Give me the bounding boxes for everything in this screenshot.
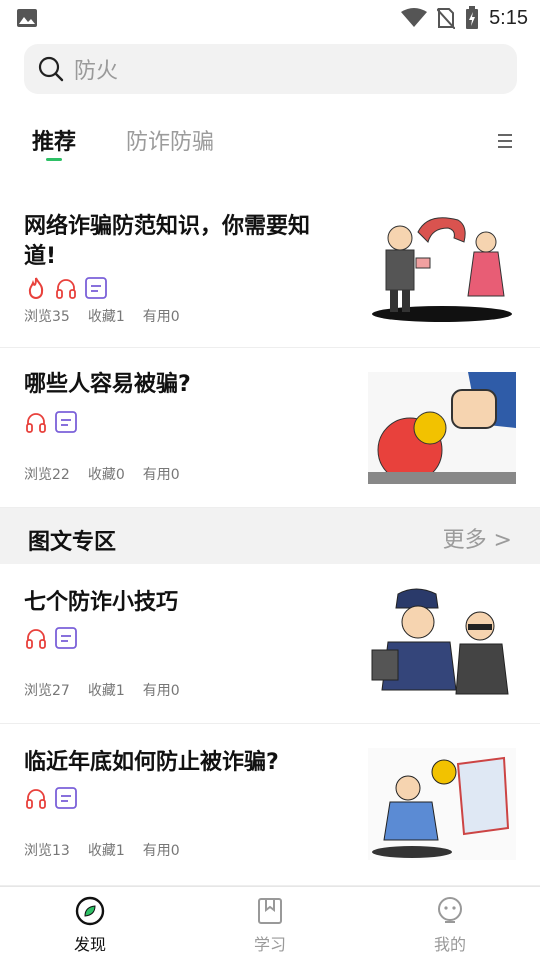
audio-headphones-icon bbox=[56, 279, 76, 299]
article-thumbnail bbox=[371, 588, 509, 695]
article-item[interactable]: 哪些人容易被骗? 浏览22 收藏0 有用0 bbox=[0, 348, 540, 508]
document-text-icon bbox=[85, 277, 107, 299]
section-header: 图文专区 更多 > bbox=[0, 508, 540, 564]
collect-count: 收藏1 bbox=[87, 683, 125, 699]
article-title: 网络诈骗防范知识，你需要知道! bbox=[24, 214, 311, 269]
status-bar: 5:15 bbox=[0, 0, 540, 36]
no-sim-icon bbox=[437, 8, 456, 29]
search-placeholder: 防火 bbox=[74, 59, 119, 84]
article-title: 临近年底如何防止被诈骗? bbox=[24, 750, 279, 775]
view-count: 浏览13 bbox=[24, 843, 70, 859]
search-input[interactable]: 防火 bbox=[24, 44, 517, 94]
section-title: 图文专区 bbox=[28, 530, 117, 555]
useful-count: 有用0 bbox=[142, 309, 180, 325]
search-icon bbox=[38, 56, 64, 82]
article-item[interactable]: 网络诈骗防范知识，你需要知道! 浏览35 收藏1 有用0 bbox=[0, 190, 540, 348]
nav-label: 我的 bbox=[433, 935, 466, 954]
nav-item-mine[interactable]: 我的 bbox=[410, 895, 490, 955]
audio-headphones-icon bbox=[26, 629, 46, 649]
document-text-icon bbox=[55, 787, 77, 809]
bottom-navigation: 发现 学习 我的 bbox=[0, 886, 540, 960]
profile-icon bbox=[438, 897, 462, 923]
tab-menu-icon[interactable] bbox=[498, 134, 512, 148]
article-title: 哪些人容易被骗? bbox=[24, 372, 191, 397]
bookmark-icon bbox=[258, 898, 282, 924]
wifi-icon bbox=[401, 8, 428, 27]
nav-item-discover[interactable]: 发现 bbox=[50, 895, 130, 955]
nav-label: 发现 bbox=[73, 935, 106, 954]
view-count: 浏览35 bbox=[24, 309, 70, 325]
collect-count: 收藏1 bbox=[87, 309, 125, 325]
tab-recommend[interactable]: 推荐 bbox=[32, 124, 76, 156]
status-time: 5:15 bbox=[489, 6, 528, 29]
useful-count: 有用0 bbox=[142, 843, 180, 859]
section-more-link[interactable]: 更多 > bbox=[443, 522, 512, 554]
audio-headphones-icon bbox=[26, 789, 46, 809]
useful-count: 有用0 bbox=[142, 683, 180, 699]
document-text-icon bbox=[55, 627, 77, 649]
view-count: 浏览27 bbox=[24, 683, 70, 699]
article-item[interactable]: 七个防诈小技巧 浏览27 收藏1 有用0 bbox=[0, 564, 540, 724]
article-thumbnail bbox=[368, 748, 516, 860]
article-item[interactable]: 临近年底如何防止被诈骗? 浏览13 收藏1 有用0 bbox=[0, 724, 540, 886]
article-thumbnail bbox=[372, 217, 512, 322]
tab-active-indicator bbox=[46, 158, 62, 161]
category-tabs: 推荐 防诈防骗 bbox=[0, 110, 540, 170]
battery-charging-icon bbox=[466, 6, 479, 29]
compass-icon bbox=[75, 896, 105, 926]
collect-count: 收藏0 bbox=[87, 467, 125, 483]
article-title: 七个防诈小技巧 bbox=[24, 590, 179, 615]
article-thumbnail bbox=[368, 372, 516, 484]
tab-anti-fraud[interactable]: 防诈防骗 bbox=[126, 124, 214, 156]
document-text-icon bbox=[55, 411, 77, 433]
audio-headphones-icon bbox=[26, 413, 46, 433]
useful-count: 有用0 bbox=[142, 467, 180, 483]
collect-count: 收藏1 bbox=[87, 843, 125, 859]
nav-label: 学习 bbox=[253, 935, 286, 954]
nav-item-learn[interactable]: 学习 bbox=[230, 895, 310, 955]
gallery-notification-icon bbox=[17, 9, 37, 27]
hot-fire-icon bbox=[28, 277, 44, 299]
view-count: 浏览22 bbox=[24, 467, 70, 483]
